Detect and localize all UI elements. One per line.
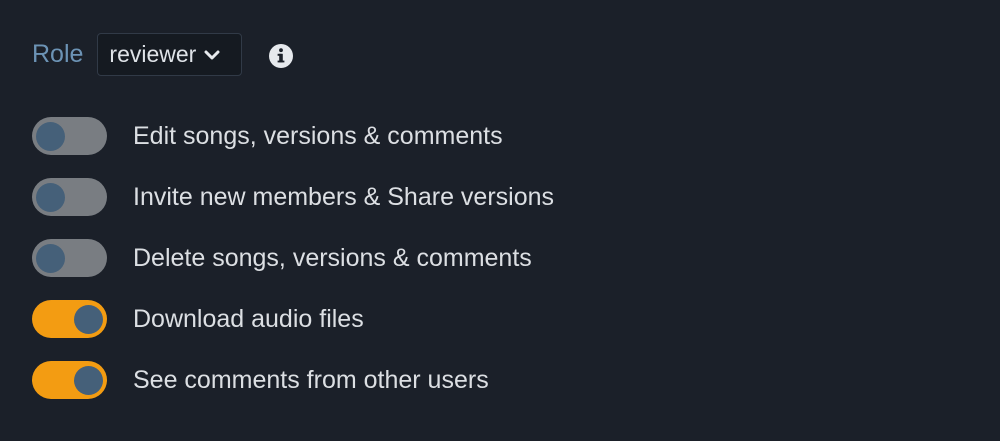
permission-row-delete: Delete songs, versions & comments	[32, 239, 554, 277]
permission-label: Download audio files	[133, 304, 364, 333]
toggle-delete[interactable]	[32, 239, 107, 277]
permission-label: See comments from other users	[133, 365, 489, 394]
toggle-knob	[36, 122, 65, 151]
info-icon[interactable]	[268, 43, 294, 69]
toggle-download[interactable]	[32, 300, 107, 338]
permission-row-download: Download audio files	[32, 300, 554, 338]
role-select-value: reviewer	[109, 41, 197, 67]
permission-label: Edit songs, versions & comments	[133, 121, 503, 150]
chevron-down-icon	[204, 50, 220, 59]
role-permissions-panel: Role reviewer Edit songs, versions & com…	[0, 0, 1000, 441]
permission-label: Delete songs, versions & comments	[133, 243, 532, 272]
toggle-knob	[74, 305, 103, 334]
toggle-see-comments[interactable]	[32, 361, 107, 399]
toggle-edit[interactable]	[32, 117, 107, 155]
permission-row-edit: Edit songs, versions & comments	[32, 117, 554, 155]
role-row: Role reviewer	[32, 33, 243, 76]
toggle-invite[interactable]	[32, 178, 107, 216]
toggle-knob	[36, 244, 65, 273]
permissions-list: Edit songs, versions & comments Invite n…	[32, 117, 554, 422]
permission-row-invite: Invite new members & Share versions	[32, 178, 554, 216]
permission-row-see-comments: See comments from other users	[32, 361, 554, 399]
role-label: Role	[32, 40, 84, 68]
role-select[interactable]: reviewer	[97, 33, 243, 76]
toggle-knob	[74, 366, 103, 395]
toggle-knob	[36, 183, 65, 212]
permission-label: Invite new members & Share versions	[133, 182, 555, 211]
